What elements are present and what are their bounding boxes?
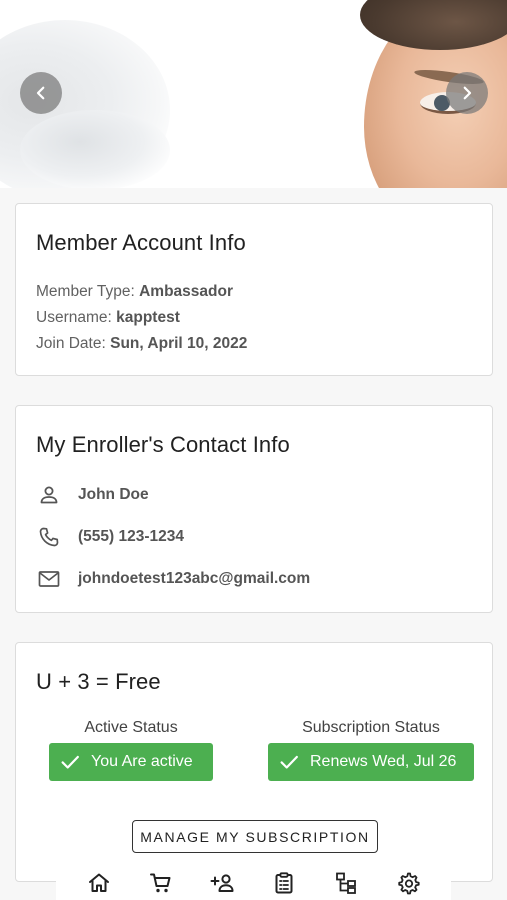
member-type-value: Ambassador (139, 283, 233, 300)
subscription-status-badge: Renews Wed, Jul 26 (268, 743, 474, 781)
join-date-line: Join Date: Sun, April 10, 2022 (36, 335, 247, 353)
hero-carousel (0, 0, 507, 188)
username-value: kapptest (116, 309, 180, 326)
plan-status-card: U + 3 = Free Active Status You Are activ… (15, 642, 493, 882)
enroller-contact-title: My Enroller's Contact Info (36, 432, 290, 457)
person-icon (36, 482, 62, 508)
nav-settings-button[interactable] (393, 868, 423, 898)
member-account-title: Member Account Info (36, 230, 246, 255)
check-icon (280, 755, 298, 769)
enroller-email[interactable]: johndoetest123abc@gmail.com (78, 570, 310, 588)
check-icon (61, 755, 79, 769)
enroller-phone-row[interactable]: (555) 123-1234 (36, 524, 184, 550)
username-label: Username: (36, 309, 117, 326)
active-status-badge: You Are active (49, 743, 213, 781)
hierarchy-icon (336, 872, 357, 894)
join-date-label: Join Date: (36, 335, 111, 352)
carousel-prev-button[interactable] (20, 72, 62, 114)
settings-icon (398, 872, 420, 895)
active-status-value: You Are active (91, 753, 193, 770)
username-line: Username: kapptest (36, 309, 180, 327)
mail-icon (36, 566, 62, 592)
active-status-label: Active Status (84, 719, 178, 736)
cart-icon (149, 873, 171, 893)
nav-cart-button[interactable] (146, 868, 176, 898)
plan-title: U + 3 = Free (36, 669, 161, 694)
enroller-email-row[interactable]: johndoetest123abc@gmail.com (36, 566, 310, 592)
add-person-icon (210, 874, 234, 892)
enroller-phone[interactable]: (555) 123-1234 (78, 528, 184, 546)
phone-icon (36, 524, 62, 550)
chevron-left-icon (36, 86, 45, 100)
member-type-label: Member Type: (36, 283, 140, 300)
carousel-next-button[interactable] (446, 72, 488, 114)
active-status-group: Active Status You Are active (49, 719, 213, 781)
nav-team-tree-button[interactable] (331, 868, 361, 898)
nav-home-button[interactable] (84, 868, 114, 898)
enroller-name: John Doe (78, 486, 149, 503)
clipboard-icon (275, 872, 293, 894)
manage-subscription-button[interactable]: MANAGE MY SUBSCRIPTION (132, 820, 378, 853)
member-account-card: Member Account Info Member Type: Ambassa… (15, 203, 493, 376)
subscription-status-group: Subscription Status Renews Wed, Jul 26 (268, 719, 474, 781)
feather-image-detail (20, 110, 170, 188)
join-date-value: Sun, April 10, 2022 (110, 335, 248, 352)
subscription-status-value: Renews Wed, Jul 26 (310, 753, 457, 770)
nav-add-member-button[interactable] (208, 868, 238, 898)
bottom-navigation (56, 866, 451, 900)
enroller-contact-card: My Enroller's Contact Info John Doe (555… (15, 405, 493, 613)
chevron-right-icon (463, 86, 472, 100)
nav-orders-button[interactable] (269, 868, 299, 898)
member-type-line: Member Type: Ambassador (36, 283, 233, 301)
enroller-name-row: John Doe (36, 482, 149, 508)
home-icon (88, 873, 109, 892)
subscription-status-label: Subscription Status (302, 719, 440, 736)
